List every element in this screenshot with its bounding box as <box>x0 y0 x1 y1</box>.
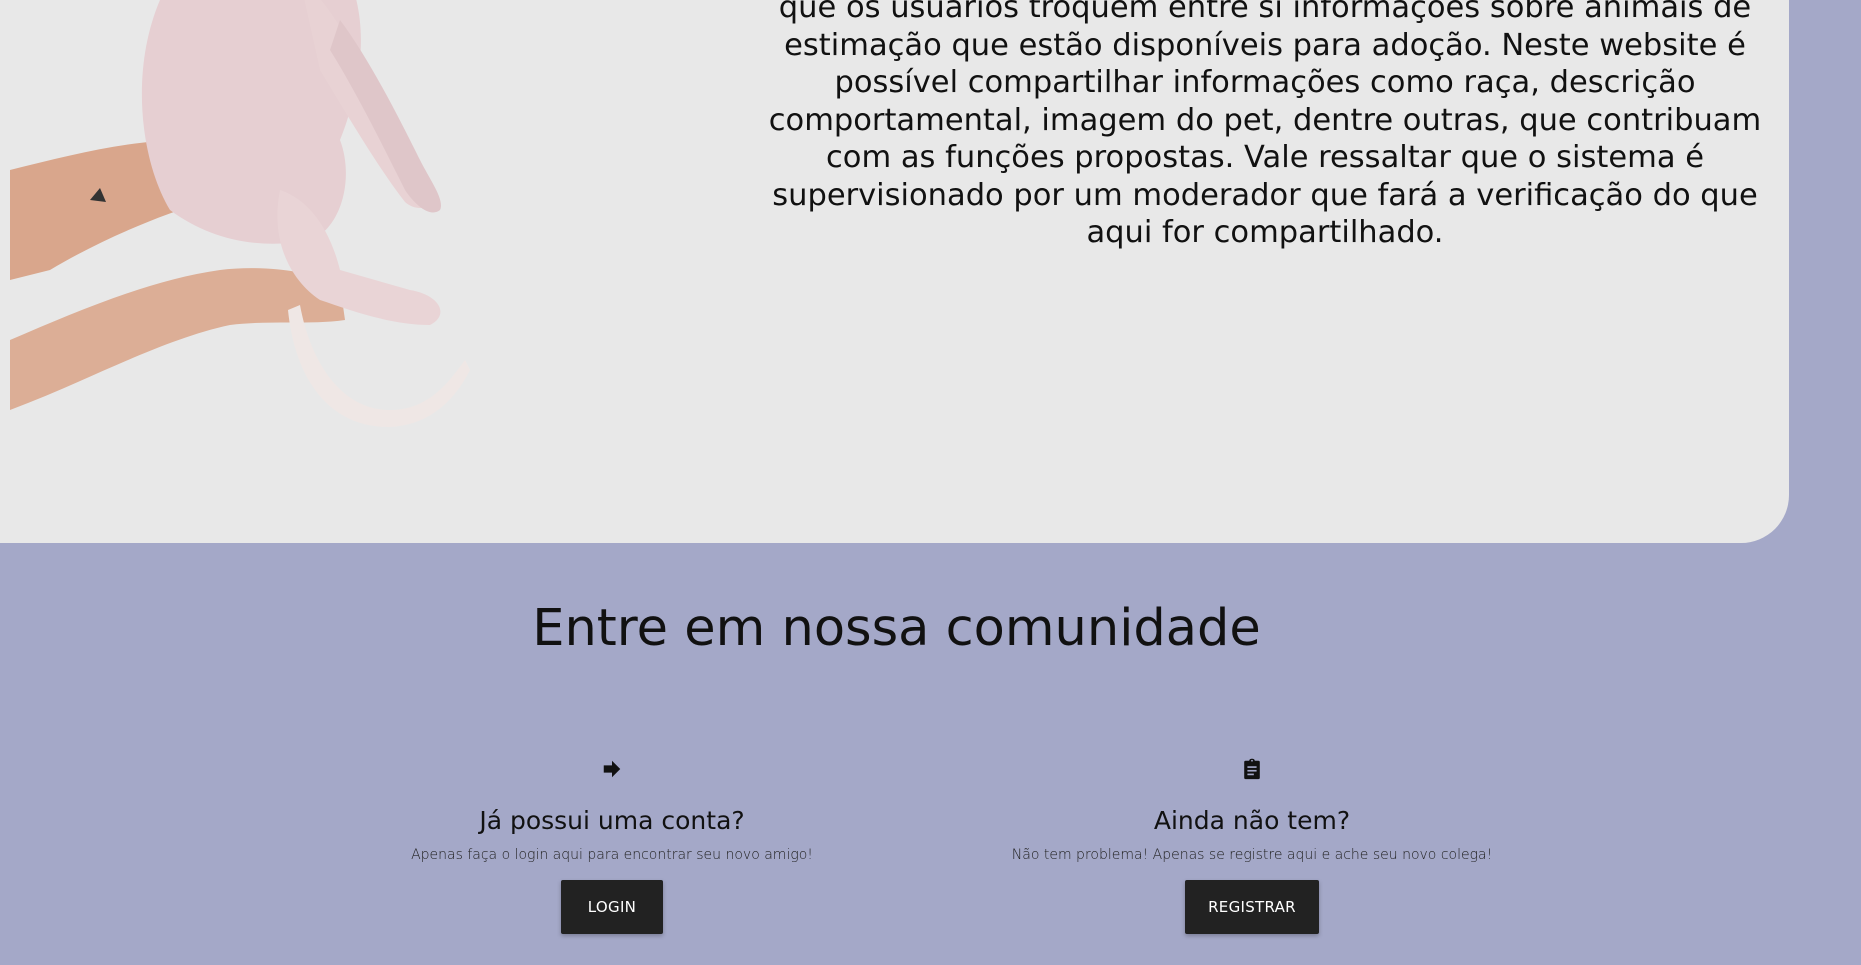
login-option: Já possui uma conta? Apenas faça o login… <box>332 758 892 934</box>
register-option: Ainda não tem? Não tem problema! Apenas … <box>972 758 1532 934</box>
clipboard-icon <box>1244 758 1260 780</box>
login-description: Apenas faça o login aqui para encontrar … <box>411 847 813 863</box>
community-title: Entre em nossa comunidade <box>532 599 1261 658</box>
register-description: Não tem problema! Apenas se registre aqu… <box>1011 847 1493 863</box>
login-button[interactable]: LOGIN <box>561 880 663 934</box>
login-heading: Já possui uma conta? <box>479 806 745 835</box>
hairless-cat-image <box>10 0 470 428</box>
about-description: que os usuários troquem entre si informa… <box>768 0 1762 250</box>
arrow-right-icon <box>603 760 621 778</box>
register-button[interactable]: REGISTRAR <box>1185 880 1319 934</box>
page: que os usuários troquem entre si informa… <box>0 0 1861 965</box>
about-section: que os usuários troquem entre si informa… <box>0 0 1789 543</box>
register-heading: Ainda não tem? <box>1153 806 1351 835</box>
